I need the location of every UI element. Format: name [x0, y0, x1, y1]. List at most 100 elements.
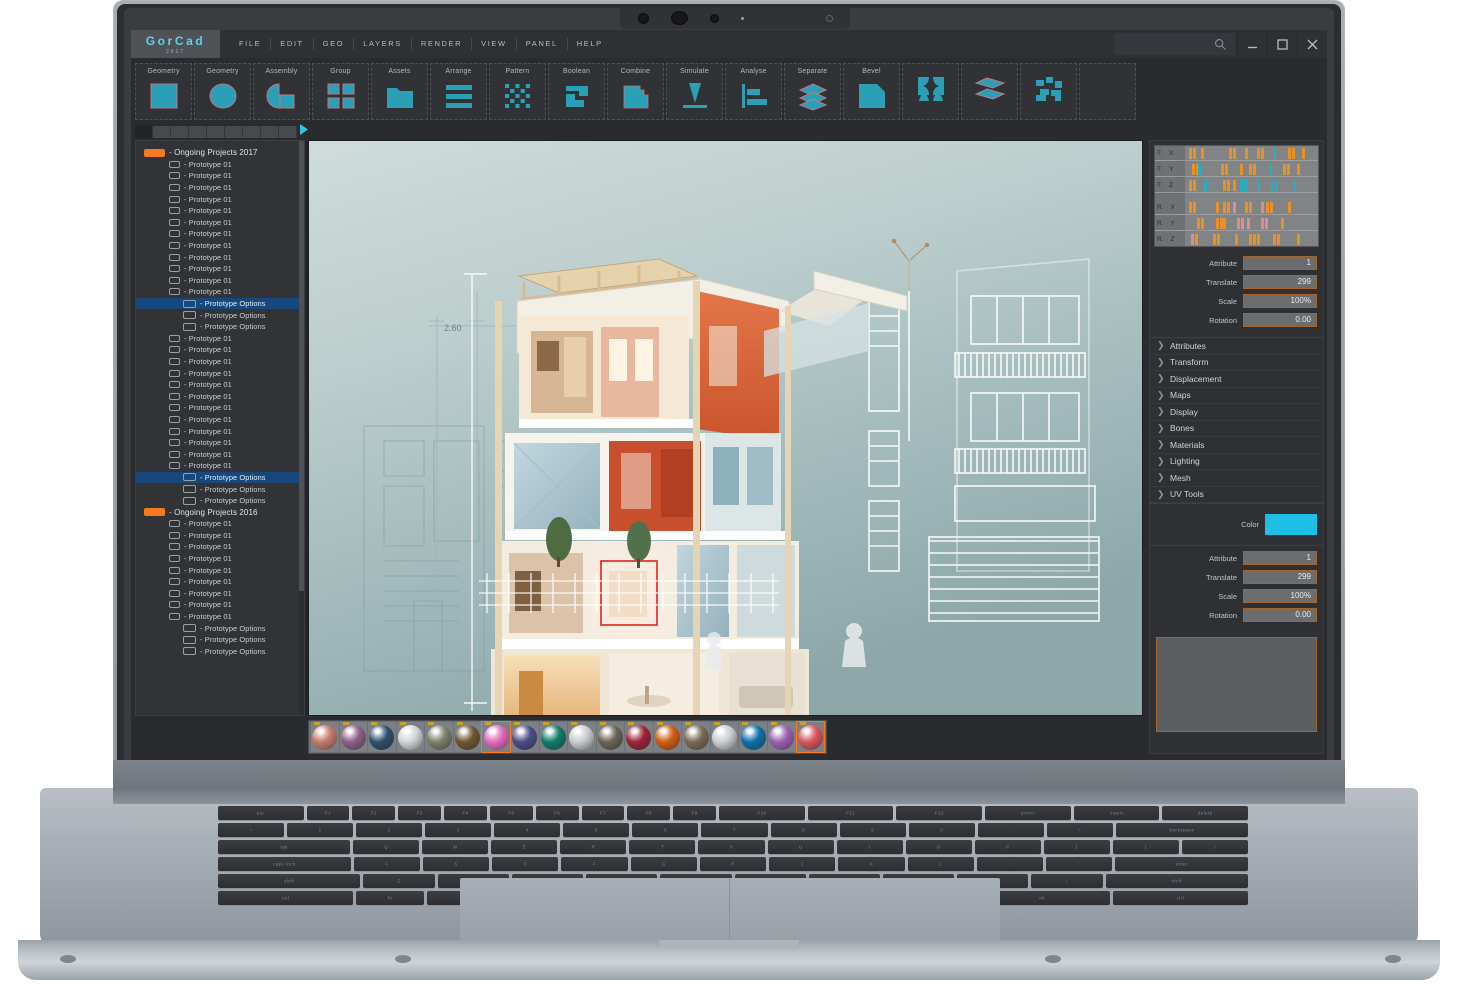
timeline-keyframe[interactable]: [1247, 218, 1250, 229]
tree-item-prototype[interactable]: - Prototype 01: [136, 344, 304, 356]
accordion-item-mesh[interactable]: ❯ Mesh: [1150, 470, 1323, 487]
material-slot-8[interactable]: [540, 722, 568, 752]
accordion-item-transform[interactable]: ❯ Transform: [1150, 355, 1323, 372]
close-button[interactable]: [1297, 30, 1327, 58]
menu-item-help[interactable]: Help: [568, 38, 612, 50]
tree-item-prototype[interactable]: - Prototype 01: [136, 333, 304, 345]
key-h[interactable]: H: [700, 857, 766, 871]
tree-group-0[interactable]: - Ongoing Projects 2017: [136, 147, 304, 159]
tree-item-prototype[interactable]: - Prototype 01: [136, 460, 304, 472]
timeline-keyframe[interactable]: [1266, 202, 1269, 213]
timeline-keyframe[interactable]: [1233, 148, 1236, 159]
property-value-field[interactable]: 299: [1243, 570, 1317, 584]
tree-item-prototype[interactable]: - Prototype 01: [136, 390, 304, 402]
menu-item-panel[interactable]: Panel: [517, 38, 568, 50]
tree-scrollbar-thumb[interactable]: [299, 141, 304, 591]
material-slot-4[interactable]: [425, 722, 453, 752]
key-o[interactable]: O: [906, 840, 972, 854]
key-4[interactable]: 4: [494, 823, 560, 837]
timeline-keyframe[interactable]: [1225, 164, 1228, 175]
key-1[interactable]: 1: [287, 823, 353, 837]
key-f9[interactable]: F9: [673, 806, 716, 820]
timeline-keyframe[interactable]: [1257, 234, 1260, 245]
key-=[interactable]: =: [1047, 823, 1113, 837]
key-8[interactable]: 8: [771, 823, 837, 837]
material-slot-14[interactable]: [711, 722, 739, 752]
timeline-keyframe[interactable]: [1271, 180, 1274, 191]
timeline-keyframe[interactable]: [1288, 148, 1291, 159]
timeline-keyframe[interactable]: [1193, 202, 1196, 213]
key-3[interactable]: 3: [425, 823, 491, 837]
material-slot-9[interactable]: [568, 722, 596, 752]
tree-group-1[interactable]: - Ongoing Projects 2016: [136, 506, 304, 518]
timeline-keyframe[interactable]: [1241, 218, 1244, 229]
tree-item-prototype[interactable]: - Prototype 01: [136, 356, 304, 368]
key-tab[interactable]: tab: [218, 840, 350, 854]
tree-item-prototype[interactable]: - Prototype 01: [136, 448, 304, 460]
menu-item-render[interactable]: Render: [412, 38, 472, 50]
key-f5[interactable]: F5: [490, 806, 533, 820]
material-slot-11[interactable]: [625, 722, 653, 752]
timeline-keyframe[interactable]: [1265, 218, 1268, 229]
material-slot-5[interactable]: [454, 722, 482, 752]
tab-slot[interactable]: [135, 126, 153, 138]
key-a[interactable]: A: [354, 857, 420, 871]
project-tree-panel[interactable]: - Ongoing Projects 2017- Prototype 01- P…: [135, 140, 305, 716]
menu-item-edit[interactable]: Edit: [271, 38, 313, 50]
key-ctrl[interactable]: ctrl: [1113, 891, 1248, 905]
key-j[interactable]: J: [769, 857, 835, 871]
key-fn[interactable]: fn: [356, 891, 424, 905]
key-2[interactable]: 2: [356, 823, 422, 837]
timeline-keyframe[interactable]: [1189, 180, 1192, 191]
trackpad[interactable]: [460, 878, 1000, 940]
material-slot-0[interactable]: [311, 722, 339, 752]
timeline-keyframe[interactable]: [1189, 202, 1192, 213]
key-[[interactable]: [: [1044, 840, 1110, 854]
minimize-button[interactable]: [1237, 30, 1267, 58]
accordion-item-maps[interactable]: ❯ Maps: [1150, 388, 1323, 405]
tree-item-option-2[interactable]: - Prototype Options: [136, 321, 304, 333]
tree-item-option-x1[interactable]: - Prototype Options: [136, 483, 304, 495]
tree-item-prototype[interactable]: - Prototype 01: [136, 518, 304, 530]
key-f12[interactable]: F12: [896, 806, 982, 820]
key-shift[interactable]: shift: [218, 874, 360, 888]
timeline-keyframe[interactable]: [1261, 148, 1264, 159]
key-ctrl[interactable]: ctrl: [218, 891, 353, 905]
tree-item-prototype[interactable]: - Prototype 01: [136, 205, 304, 217]
timeline-keyframe[interactable]: [1240, 164, 1243, 175]
key-enter[interactable]: enter: [1115, 857, 1248, 871]
timeline-keyframe[interactable]: [1287, 164, 1290, 175]
toolbar-button-simulate-9[interactable]: Simulate: [666, 63, 723, 120]
timeline-track-R.X[interactable]: R. X: [1155, 200, 1318, 215]
key-e[interactable]: E: [491, 840, 557, 854]
timeline-keyframe[interactable]: [1297, 234, 1300, 245]
maximize-button[interactable]: [1267, 30, 1297, 58]
timeline-keyframe[interactable]: [1293, 180, 1296, 191]
key-f1[interactable]: F1: [307, 806, 350, 820]
timeline-keyframe[interactable]: [1216, 202, 1219, 213]
timeline-keyframe[interactable]: [1197, 218, 1200, 229]
toolbar-button-geometry-0[interactable]: Geometry: [135, 63, 192, 120]
tree-item-option-x0[interactable]: - Prototype Options: [136, 472, 304, 484]
timeline-keyframe[interactable]: [1302, 148, 1305, 159]
color-swatch[interactable]: [1265, 514, 1317, 535]
timeline-keyframe[interactable]: [1273, 148, 1276, 159]
tree-item-prototype[interactable]: - Prototype 01: [136, 367, 304, 379]
timeline-keyframe[interactable]: [1191, 234, 1194, 245]
key-z[interactable]: Z: [363, 874, 434, 888]
tab-slot[interactable]: [207, 126, 225, 138]
timeline-keyframe[interactable]: [1249, 164, 1252, 175]
key-7[interactable]: 7: [701, 823, 767, 837]
tree-item-prototype[interactable]: - Prototype 01: [136, 425, 304, 437]
material-slot-15[interactable]: [739, 722, 767, 752]
key-shift[interactable]: shift: [1106, 874, 1248, 888]
key-delete[interactable]: delete: [1162, 806, 1248, 820]
key-f2[interactable]: F2: [352, 806, 395, 820]
accordion-item-uv-tools[interactable]: ❯ UV Tools: [1150, 487, 1323, 504]
timeline-keyframe[interactable]: [1233, 202, 1236, 213]
toolbar-button-geometry-1[interactable]: Geometry: [194, 63, 251, 120]
tree-item-option-2[interactable]: - Prototype Options: [136, 646, 304, 658]
key-f6[interactable]: F6: [536, 806, 579, 820]
property-value-field[interactable]: 100%: [1243, 589, 1317, 603]
timeline-keyframe[interactable]: [1257, 148, 1260, 159]
